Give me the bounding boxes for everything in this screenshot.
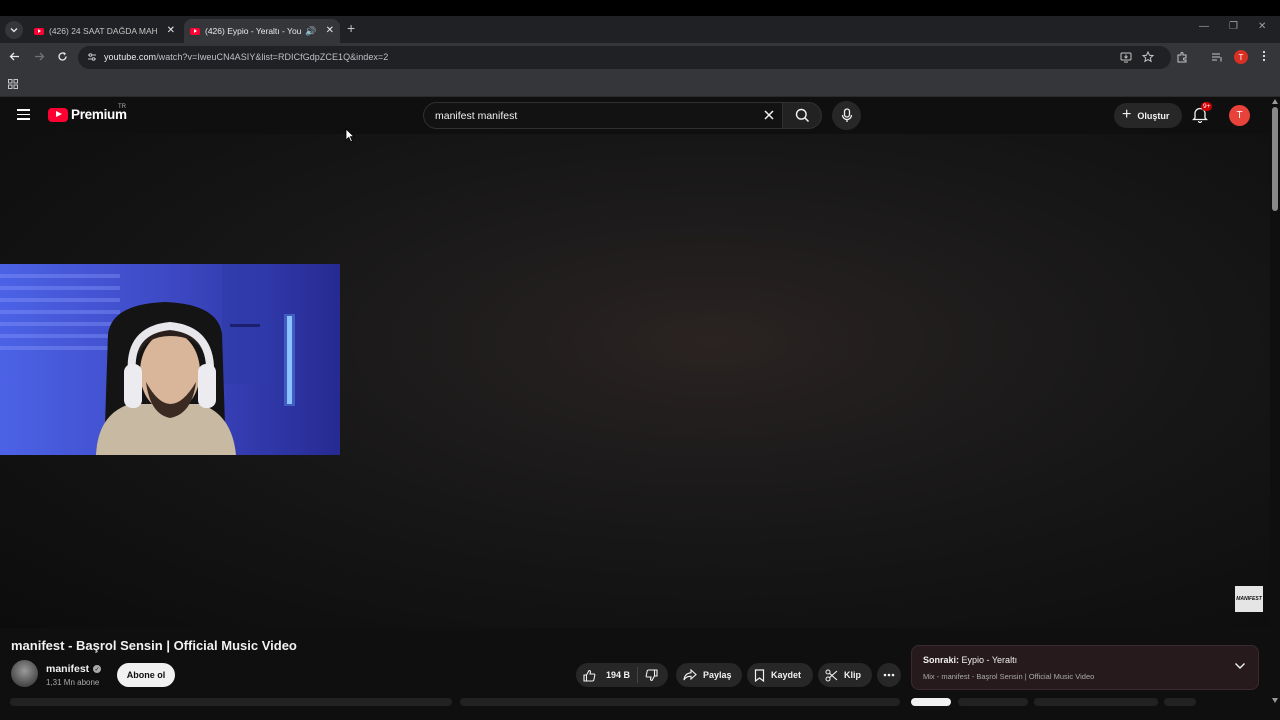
tab-title: (426) 24 SAAT DAĞDA MAHSUR [49, 26, 157, 36]
install-app-icon[interactable] [1120, 51, 1132, 63]
dislike-button[interactable] [638, 668, 658, 682]
mouse-cursor [345, 128, 355, 143]
like-count: 194 B [606, 670, 631, 680]
account-avatar[interactable]: T [1229, 105, 1250, 126]
browser-menu-icon[interactable] [1262, 50, 1266, 62]
subscribe-button[interactable]: Abone ol [117, 663, 175, 687]
scroll-down-arrow-icon[interactable] [1272, 698, 1278, 703]
site-info-icon[interactable] [87, 52, 97, 62]
page-scrollbar[interactable] [1270, 97, 1280, 720]
up-next-title: Eypio - Yeraltı [961, 655, 1018, 665]
webcam-overlay [0, 264, 340, 455]
bookmark-icon [754, 668, 765, 682]
search-query: manifest manifest [435, 110, 518, 122]
scissors-icon [825, 669, 838, 682]
subscriber-count: 1,31 Mn abone [46, 678, 100, 687]
more-horizontal-icon [883, 673, 895, 677]
up-next-prefix: Sonraki: [923, 655, 960, 665]
like-dislike-group: 194 B [576, 663, 668, 687]
browser-profile-avatar[interactable]: T [1234, 50, 1248, 64]
channel-watermark[interactable]: MANIFEST [1235, 586, 1263, 612]
browser-tab-bar: (426) 24 SAAT DAĞDA MAHSUR ✕ (426) Eypio… [0, 16, 1280, 43]
video-title: manifest - Başrol Sensin | Official Musi… [11, 638, 297, 653]
thumbs-up-icon [583, 669, 596, 682]
new-tab-button[interactable]: + [347, 20, 355, 36]
description-box-top [10, 698, 452, 706]
youtube-favicon-icon [34, 27, 44, 35]
channel-name-row[interactable]: manifest ✓ [46, 663, 102, 675]
description-box-top [460, 698, 900, 706]
guide-menu-icon[interactable] [17, 109, 30, 120]
channel-avatar[interactable] [11, 660, 38, 687]
save-button[interactable]: Kaydet [747, 663, 813, 687]
thumbs-down-icon [645, 668, 658, 681]
scrollbar-thumb[interactable] [1272, 107, 1278, 211]
notification-badge: 9+ [1201, 102, 1213, 111]
tab-search-button[interactable] [5, 21, 23, 39]
bookmark-star-icon[interactable] [1142, 51, 1154, 63]
voice-search-button[interactable] [832, 101, 861, 130]
search-input[interactable]: manifest manifest [423, 102, 782, 129]
bookmarks-bar [0, 72, 1280, 97]
share-label: Paylaş [703, 670, 732, 680]
filter-chip-top[interactable] [1164, 698, 1196, 706]
channel-name[interactable]: manifest [46, 663, 89, 675]
reload-icon[interactable] [57, 51, 68, 62]
create-button[interactable]: + Oluştur [1114, 103, 1182, 128]
save-label: Kaydet [771, 670, 802, 680]
window-close-icon[interactable]: ✕ [1258, 21, 1266, 32]
youtube-favicon-icon [190, 27, 200, 35]
verified-icon: ✓ [93, 665, 102, 673]
search-button[interactable] [782, 102, 822, 129]
url-host: youtube.com [104, 52, 157, 62]
media-control-icon[interactable] [1211, 51, 1223, 63]
clear-search-icon[interactable] [762, 108, 776, 122]
clip-button[interactable]: Klip [818, 663, 872, 687]
expand-chevron-icon[interactable] [1234, 662, 1246, 670]
browser-tab[interactable]: (426) 24 SAAT DAĞDA MAHSUR ✕ [28, 19, 181, 43]
filter-chip-top[interactable] [1034, 698, 1158, 706]
like-button[interactable]: 194 B [576, 667, 638, 683]
address-bar[interactable]: youtube.com/watch?v=IweuCN4ASIY&list=RDI… [78, 46, 1171, 69]
filter-chip-top[interactable] [958, 698, 1028, 706]
create-label: Oluştur [1137, 110, 1170, 121]
back-icon[interactable] [9, 51, 20, 62]
forward-icon[interactable] [34, 51, 45, 62]
url-path: /watch?v=IweuCN4ASIY&list=RDICfGdpZCE1Q&… [156, 52, 389, 62]
filter-chip-top[interactable] [911, 698, 951, 706]
up-next-playlist: Mix - manifest - Başrol Sensin | Officia… [923, 672, 1095, 681]
clip-label: Klip [844, 670, 861, 680]
youtube-header: Premium TR manifest manifest + Oluştur 9… [0, 97, 1270, 134]
speaker-icon[interactable]: 🔊 [305, 26, 316, 37]
search-icon [795, 108, 809, 123]
minimize-icon[interactable]: — [1199, 21, 1209, 32]
browser-tab-active[interactable]: (426) Eypio - Yeraltı - YouTube 🔊 ✕ [184, 19, 340, 43]
country-code: TR [118, 104, 126, 110]
plus-icon: + [1122, 105, 1132, 123]
browser-toolbar: youtube.com/watch?v=IweuCN4ASIY&list=RDI… [0, 43, 1280, 72]
notifications-button[interactable]: 9+ [1192, 102, 1213, 123]
apps-grid-icon[interactable] [8, 79, 18, 89]
close-tab-icon[interactable]: ✕ [326, 25, 334, 36]
up-next-line: Sonraki: Eypio - Yeraltı [923, 655, 1017, 665]
screen-top-edge [0, 0, 1280, 16]
share-button[interactable]: Paylaş [676, 663, 742, 687]
scroll-up-arrow-icon[interactable] [1272, 99, 1278, 104]
up-next-card[interactable]: Sonraki: Eypio - Yeraltı Mix - manifest … [911, 645, 1259, 690]
microphone-icon [841, 108, 852, 122]
youtube-play-logo-icon [48, 107, 68, 122]
more-actions-button[interactable] [877, 663, 901, 687]
url-text: youtube.com/watch?v=IweuCN4ASIY&list=RDI… [104, 52, 388, 62]
youtube-premium-logo[interactable]: Premium TR [48, 104, 127, 122]
chevron-down-icon [10, 28, 18, 33]
restore-icon[interactable]: ❐ [1229, 21, 1238, 32]
close-tab-icon[interactable]: ✕ [167, 25, 175, 36]
share-icon [683, 669, 697, 681]
streamer-webcam-image [0, 264, 340, 455]
below-fold-content [0, 697, 1270, 720]
tab-title: (426) Eypio - Yeraltı - YouTube [205, 26, 301, 36]
extensions-icon[interactable] [1176, 51, 1188, 63]
